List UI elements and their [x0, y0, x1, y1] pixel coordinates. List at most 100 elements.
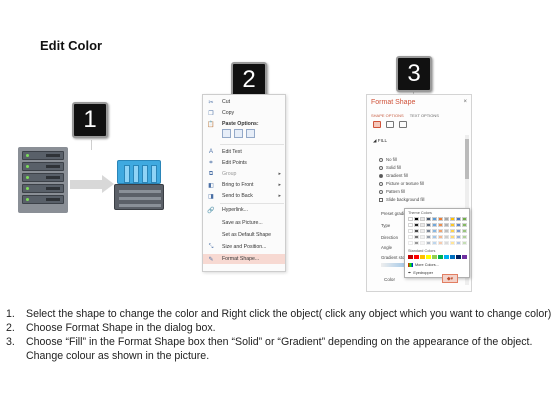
option-slide-background-fill[interactable]: Slide background fill	[379, 197, 424, 202]
theme-color-swatch[interactable]	[456, 223, 461, 227]
theme-color-swatch[interactable]	[426, 235, 431, 239]
menu-item-save-as-picture[interactable]: Save as Picture...	[203, 218, 285, 228]
standard-color-swatch[interactable]	[426, 255, 431, 259]
theme-color-swatch[interactable]	[408, 217, 413, 221]
theme-color-swatch[interactable]	[456, 235, 461, 239]
theme-color-swatch[interactable]	[444, 217, 449, 221]
option-pattern-fill[interactable]: Pattern fill	[379, 189, 405, 194]
theme-color-swatch[interactable]	[462, 235, 467, 239]
theme-color-swatch[interactable]	[462, 217, 467, 221]
standard-color-swatch[interactable]	[444, 255, 449, 259]
theme-color-swatch[interactable]	[408, 241, 413, 245]
paste-keep-icon[interactable]	[222, 129, 231, 138]
color-picker-button[interactable]: ◆▾	[442, 274, 458, 283]
fill-line-icon[interactable]	[373, 121, 381, 128]
theme-color-swatch[interactable]	[426, 241, 431, 245]
standard-color-swatch[interactable]	[456, 255, 461, 259]
theme-color-swatch[interactable]	[414, 223, 419, 227]
theme-color-swatch[interactable]	[444, 241, 449, 245]
theme-color-swatch[interactable]	[438, 223, 443, 227]
panel-scrollbar-thumb[interactable]	[465, 139, 469, 179]
theme-color-swatch[interactable]	[462, 223, 467, 227]
theme-color-swatch[interactable]	[414, 241, 419, 245]
theme-color-swatch[interactable]	[438, 241, 443, 245]
menu-item-set-default-shape[interactable]: Set as Default Shape	[203, 230, 285, 240]
standard-color-swatch[interactable]	[450, 255, 455, 259]
close-icon[interactable]: ×	[463, 99, 467, 105]
theme-color-swatch[interactable]	[462, 229, 467, 233]
theme-color-swatch[interactable]	[408, 235, 413, 239]
theme-color-swatch[interactable]	[426, 223, 431, 227]
theme-color-swatch[interactable]	[414, 229, 419, 233]
theme-color-swatch[interactable]	[462, 241, 467, 245]
row-direction[interactable]: Direction	[381, 235, 398, 240]
theme-color-swatch[interactable]	[456, 229, 461, 233]
theme-color-swatch[interactable]	[420, 241, 425, 245]
menu-item-cut[interactable]: ✂ Cut	[203, 97, 285, 107]
theme-color-swatch[interactable]	[438, 235, 443, 239]
theme-color-swatch[interactable]	[432, 229, 437, 233]
menu-item-hyperlink[interactable]: 🔗 Hyperlink...	[203, 205, 285, 215]
server-rack-shape[interactable]	[18, 147, 68, 213]
theme-color-swatch[interactable]	[438, 217, 443, 221]
option-solid-fill[interactable]: Solid fill	[379, 165, 401, 170]
more-colors-item[interactable]: More Colors...	[408, 263, 439, 267]
fill-section-header[interactable]: ◢ FILL	[373, 138, 387, 144]
paste-text-icon[interactable]	[246, 129, 255, 138]
colored-server-shape[interactable]	[114, 160, 164, 212]
theme-color-swatch[interactable]	[432, 223, 437, 227]
theme-color-swatch[interactable]	[420, 217, 425, 221]
row-preset-gradients[interactable]: Preset gradi	[381, 211, 404, 216]
menu-item-edit-points[interactable]: ⌗ Edit Points	[203, 158, 285, 168]
menu-item-size-position[interactable]: ⤡ Size and Position...	[203, 242, 285, 252]
menu-item-send-to-back[interactable]: ◨ Send to Back ▸	[203, 191, 285, 201]
theme-color-swatch[interactable]	[444, 223, 449, 227]
theme-color-swatch[interactable]	[426, 217, 431, 221]
standard-color-swatch[interactable]	[438, 255, 443, 259]
theme-color-swatch[interactable]	[456, 217, 461, 221]
theme-color-swatch[interactable]	[444, 235, 449, 239]
theme-color-swatch[interactable]	[450, 229, 455, 233]
row-angle[interactable]: Angle	[381, 245, 392, 250]
theme-color-swatch[interactable]	[450, 235, 455, 239]
theme-color-swatch[interactable]	[450, 217, 455, 221]
standard-color-swatch[interactable]	[432, 255, 437, 259]
tab-shape-options[interactable]: SHAPE OPTIONS	[371, 113, 404, 118]
menu-item-group[interactable]: ⧉ Group ▸	[203, 169, 285, 179]
theme-color-swatch[interactable]	[432, 241, 437, 245]
standard-color-swatch[interactable]	[414, 255, 419, 259]
standard-color-swatch[interactable]	[408, 255, 413, 259]
theme-color-swatch[interactable]	[456, 241, 461, 245]
row-gradient-stops[interactable]: Gradient sto	[381, 255, 404, 260]
theme-color-swatch[interactable]	[408, 229, 413, 233]
option-picture-fill[interactable]: Picture or texture fill	[379, 181, 424, 186]
theme-color-swatch[interactable]	[420, 223, 425, 227]
theme-color-swatch[interactable]	[420, 229, 425, 233]
paste-picture-icon[interactable]	[234, 129, 243, 138]
theme-color-swatch[interactable]	[438, 229, 443, 233]
theme-color-swatch[interactable]	[450, 223, 455, 227]
menu-item-edit-text[interactable]: A Edit Text	[203, 147, 285, 157]
standard-color-swatch[interactable]	[420, 255, 425, 259]
theme-color-swatch[interactable]	[420, 235, 425, 239]
size-properties-icon[interactable]	[399, 121, 407, 128]
standard-color-swatch[interactable]	[462, 255, 467, 259]
theme-color-swatch[interactable]	[414, 217, 419, 221]
radio-selected-icon	[379, 173, 383, 178]
menu-item-format-shape[interactable]: ✎ Format Shape...	[203, 254, 285, 264]
theme-color-swatch[interactable]	[444, 229, 449, 233]
theme-color-swatch[interactable]	[408, 223, 413, 227]
theme-color-swatch[interactable]	[414, 235, 419, 239]
option-gradient-fill[interactable]: Gradient fill	[379, 173, 408, 178]
theme-color-swatch[interactable]	[432, 235, 437, 239]
tab-text-options[interactable]: TEXT OPTIONS	[410, 113, 439, 118]
theme-color-swatch[interactable]	[432, 217, 437, 221]
eyedropper-item[interactable]: ✒ Eyedropper	[408, 270, 433, 275]
menu-item-bring-to-front[interactable]: ◧ Bring to Front ▸	[203, 180, 285, 190]
theme-color-swatch[interactable]	[426, 229, 431, 233]
menu-item-copy[interactable]: ❐ Copy	[203, 108, 285, 118]
option-no-fill[interactable]: No fill	[379, 157, 397, 162]
theme-color-swatch[interactable]	[450, 241, 455, 245]
effects-icon[interactable]	[386, 121, 394, 128]
row-type[interactable]: Type	[381, 223, 390, 228]
